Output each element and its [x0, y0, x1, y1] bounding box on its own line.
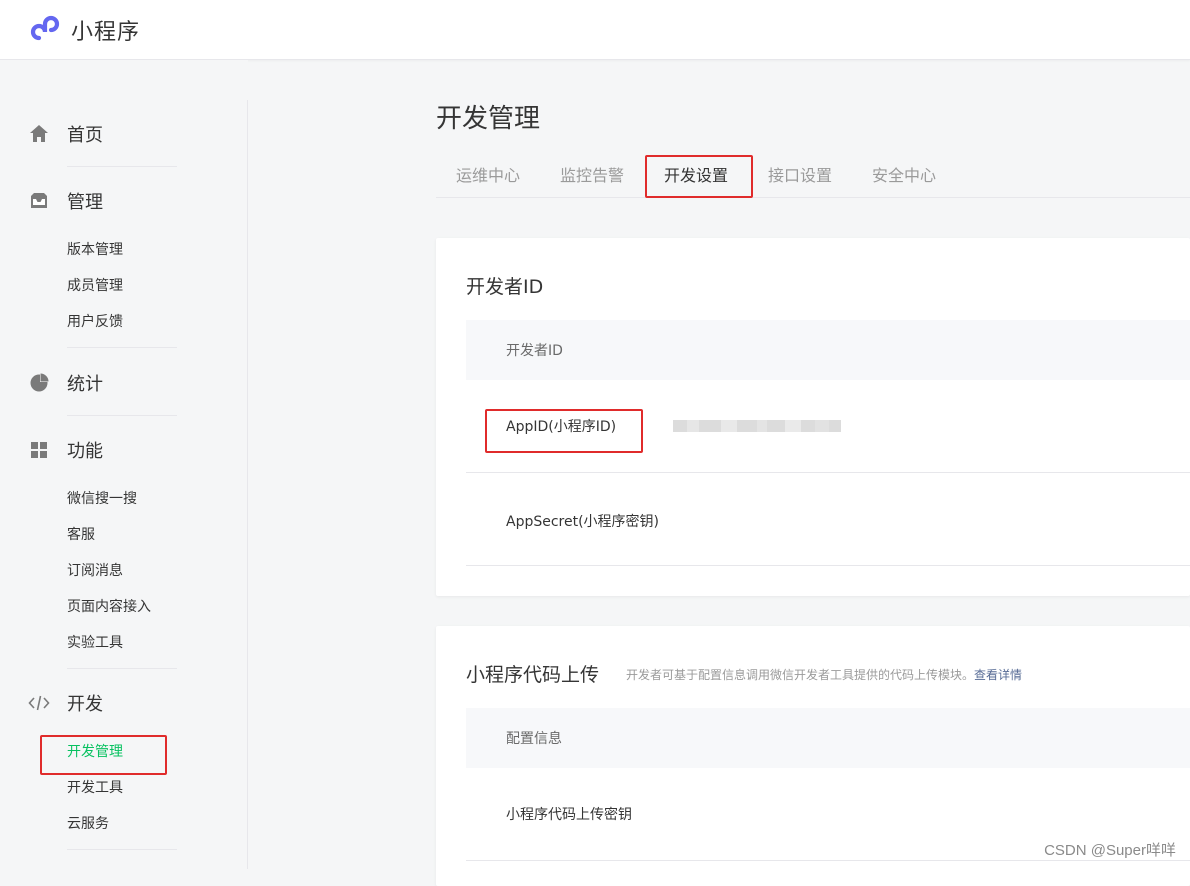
sidebar-group-stats[interactable]: 统计: [28, 370, 103, 396]
table-row-appsecret: AppSecret(小程序密钥): [466, 473, 1190, 566]
tab-bar: 运维中心 监控告警 开发设置 接口设置 安全中心: [436, 155, 1190, 198]
inbox-icon: [28, 190, 50, 212]
sidebar-item-page-content[interactable]: 页面内容接入: [67, 597, 151, 617]
app-title: 小程序: [71, 14, 140, 46]
sidebar-item-customer-service[interactable]: 客服: [67, 525, 95, 545]
sidebar-item-dev-tools[interactable]: 开发工具: [67, 778, 123, 798]
sidebar-divider: [67, 668, 177, 669]
card-description: 开发者可基于配置信息调用微信开发者工具提供的代码上传模块。查看详情: [626, 666, 1022, 683]
sidebar-divider: [67, 849, 177, 850]
home-icon: [28, 123, 50, 145]
tab-api-settings[interactable]: 接口设置: [768, 155, 832, 197]
grid-icon: [28, 439, 50, 461]
sidebar-item-wechat-search[interactable]: 微信搜一搜: [67, 489, 137, 509]
mini-program-logo-icon: [30, 12, 62, 48]
sidebar-group-label: 首页: [67, 121, 103, 147]
tab-operations[interactable]: 运维中心: [456, 155, 520, 197]
appid-label: AppID(小程序ID): [506, 416, 616, 436]
tab-monitoring[interactable]: 监控告警: [560, 155, 624, 197]
tab-security[interactable]: 安全中心: [872, 155, 936, 197]
app-logo[interactable]: 小程序: [30, 13, 140, 47]
card-title: 小程序代码上传: [466, 660, 599, 687]
upload-key-label: 小程序代码上传密钥: [506, 804, 632, 824]
pie-chart-icon: [28, 372, 50, 394]
table-header: 开发者ID: [466, 320, 1190, 380]
page-title: 开发管理: [436, 101, 540, 137]
sidebar-item-dev-management[interactable]: 开发管理: [67, 742, 123, 762]
sidebar-group-features[interactable]: 功能: [28, 437, 103, 463]
table-header: 配置信息: [466, 708, 1190, 768]
sidebar: [0, 60, 248, 869]
sidebar-item-members[interactable]: 成员管理: [67, 276, 123, 296]
tab-dev-settings[interactable]: 开发设置: [664, 155, 728, 197]
sidebar-item-version[interactable]: 版本管理: [67, 240, 123, 260]
appsecret-label: AppSecret(小程序密钥): [506, 511, 659, 531]
code-icon: [28, 692, 50, 714]
sidebar-group-label: 统计: [67, 370, 103, 396]
sidebar-item-subscribe-messages[interactable]: 订阅消息: [67, 561, 123, 581]
sidebar-item-feedback[interactable]: 用户反馈: [67, 312, 123, 332]
appid-value-redacted: [673, 420, 841, 432]
sidebar-divider: [67, 347, 177, 348]
top-header: 小程序: [0, 0, 1190, 60]
table-row-appid: AppID(小程序ID): [466, 380, 1190, 473]
sidebar-divider: [247, 100, 248, 869]
table-header-label: 开发者ID: [506, 340, 563, 360]
developer-id-card: 开发者ID 开发者ID AppID(小程序ID) AppSecret(小程序密钥…: [436, 238, 1190, 596]
sidebar-divider: [67, 166, 177, 167]
sidebar-group-home[interactable]: 首页: [28, 121, 103, 147]
sidebar-group-develop[interactable]: 开发: [28, 690, 103, 716]
sidebar-group-label: 管理: [67, 188, 103, 214]
card-title: 开发者ID: [466, 272, 543, 299]
sidebar-group-label: 功能: [67, 437, 103, 463]
description-text: 开发者可基于配置信息调用微信开发者工具提供的代码上传模块。: [626, 668, 974, 682]
sidebar-divider: [67, 415, 177, 416]
sidebar-item-experiment-tools[interactable]: 实验工具: [67, 633, 123, 653]
view-details-link[interactable]: 查看详情: [974, 668, 1022, 682]
sidebar-item-cloud-service[interactable]: 云服务: [67, 814, 109, 834]
watermark: CSDN @Super咩咩: [1044, 839, 1176, 860]
table-header-label: 配置信息: [506, 728, 562, 748]
sidebar-group-manage[interactable]: 管理: [28, 188, 103, 214]
sidebar-group-label: 开发: [67, 690, 103, 716]
